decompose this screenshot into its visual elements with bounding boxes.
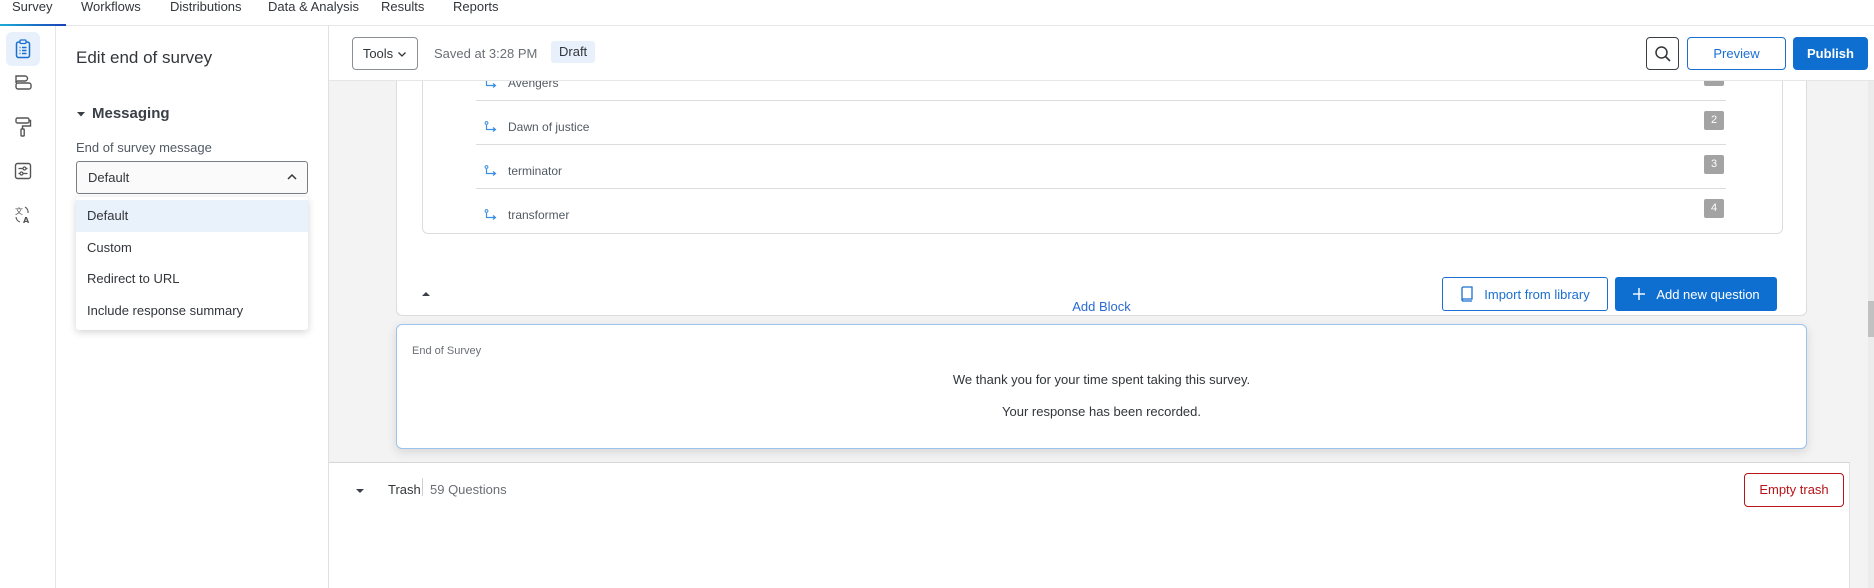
end-of-survey-block[interactable]: End of Survey We thank you for your time… — [396, 324, 1807, 449]
saved-status: Saved at 3:28 PM — [434, 46, 538, 61]
option-custom[interactable]: Custom — [76, 232, 308, 264]
svg-text:A: A — [23, 216, 30, 225]
tab-data-analysis[interactable]: Data & Analysis — [268, 0, 359, 26]
tool-rail: 文A — [0, 26, 56, 588]
chevron-down-icon — [398, 51, 407, 57]
tab-results[interactable]: Results — [381, 0, 424, 26]
display-logic-arrow-icon — [484, 121, 497, 132]
search-icon — [1654, 45, 1671, 62]
choice-label: transformer — [508, 208, 570, 222]
add-block-row: Add Block — [329, 299, 1874, 314]
divider — [422, 478, 423, 496]
clipboard-list-icon — [15, 39, 31, 59]
tab-reports[interactable]: Reports — [453, 0, 499, 26]
question-block: Avengers 1 Dawn of justice 2 terminator … — [396, 56, 1807, 316]
status-badge: Draft — [551, 41, 596, 63]
collapse-block-caret-icon[interactable] — [421, 291, 431, 297]
end-of-survey-message-options: Default Custom Redirect to URL Include r… — [76, 197, 308, 330]
choice-number-badge: 4 — [1704, 199, 1724, 218]
sliders-icon — [14, 162, 32, 180]
trash-question-count: 59 Questions — [430, 482, 507, 497]
end-of-survey-message-select[interactable]: Default — [76, 161, 308, 194]
trash-section: Trash 59 Questions Empty trash — [329, 462, 1850, 588]
list-item[interactable]: terminator 3 — [476, 152, 1726, 189]
edit-end-of-survey-panel: Edit end of survey Messaging End of surv… — [56, 26, 329, 588]
messaging-section-toggle[interactable]: Messaging — [76, 105, 170, 122]
option-default[interactable]: Default — [76, 200, 308, 232]
end-of-survey-message-line-2: Your response has been recorded. — [1002, 404, 1201, 419]
end-of-survey-message-line-1: We thank you for your time spent taking … — [952, 372, 1251, 387]
scrollbar-thumb[interactable] — [1868, 301, 1874, 337]
trash-label: Trash — [388, 482, 421, 497]
tab-survey[interactable]: Survey — [0, 0, 68, 26]
rail-survey-button[interactable] — [6, 32, 40, 66]
publish-button[interactable]: Publish — [1793, 37, 1868, 70]
tools-label: Tools — [362, 46, 394, 61]
tools-button[interactable]: Tools — [352, 37, 418, 70]
search-button[interactable] — [1646, 37, 1679, 70]
rail-survey-flow-button[interactable] — [6, 66, 40, 100]
add-block-link[interactable]: Add Block — [1072, 299, 1131, 314]
editor-toolbar: Tools Saved at 3:28 PM Draft Preview Pub… — [329, 26, 1874, 81]
rail-translate-button[interactable]: 文A — [6, 198, 40, 232]
svg-text:文: 文 — [15, 206, 23, 216]
survey-editor: Tools Saved at 3:28 PM Draft Preview Pub… — [329, 26, 1874, 588]
choice-label: terminator — [508, 164, 563, 178]
option-redirect-to-url[interactable]: Redirect to URL — [76, 263, 308, 295]
end-of-survey-label: End of Survey — [412, 345, 482, 357]
top-navigation: Survey Workflows Distributions Data & An… — [0, 0, 1874, 26]
preview-button[interactable]: Preview — [1687, 37, 1786, 70]
translate-icon: 文A — [15, 206, 30, 225]
choice-number-badge: 3 — [1704, 155, 1724, 174]
panel-title: Edit end of survey — [76, 48, 213, 67]
tab-workflows[interactable]: Workflows — [81, 0, 141, 26]
messaging-section-title: Messaging — [92, 105, 170, 122]
option-include-response-summary[interactable]: Include response summary — [76, 295, 308, 327]
rail-survey-options-button[interactable] — [6, 154, 40, 188]
paint-roller-icon — [15, 117, 32, 137]
survey-flow-icon — [15, 75, 32, 90]
chevron-up-icon — [287, 173, 297, 180]
empty-trash-button[interactable]: Empty trash — [1744, 473, 1844, 507]
list-item[interactable]: transformer 4 — [476, 196, 1726, 233]
question-choices-card: Avengers 1 Dawn of justice 2 terminator … — [422, 56, 1783, 234]
list-item[interactable]: Dawn of justice 2 — [476, 108, 1726, 145]
caret-down-icon[interactable] — [355, 488, 365, 494]
select-value: Default — [88, 170, 130, 185]
display-logic-arrow-icon — [484, 165, 497, 176]
choice-label: Dawn of justice — [508, 120, 590, 134]
choice-number-badge: 2 — [1704, 111, 1724, 130]
caret-down-icon — [77, 111, 85, 116]
end-of-survey-message-label: End of survey message — [76, 140, 212, 155]
tab-distributions[interactable]: Distributions — [170, 0, 242, 26]
rail-look-and-feel-button[interactable] — [6, 110, 40, 144]
display-logic-arrow-icon — [484, 209, 497, 220]
